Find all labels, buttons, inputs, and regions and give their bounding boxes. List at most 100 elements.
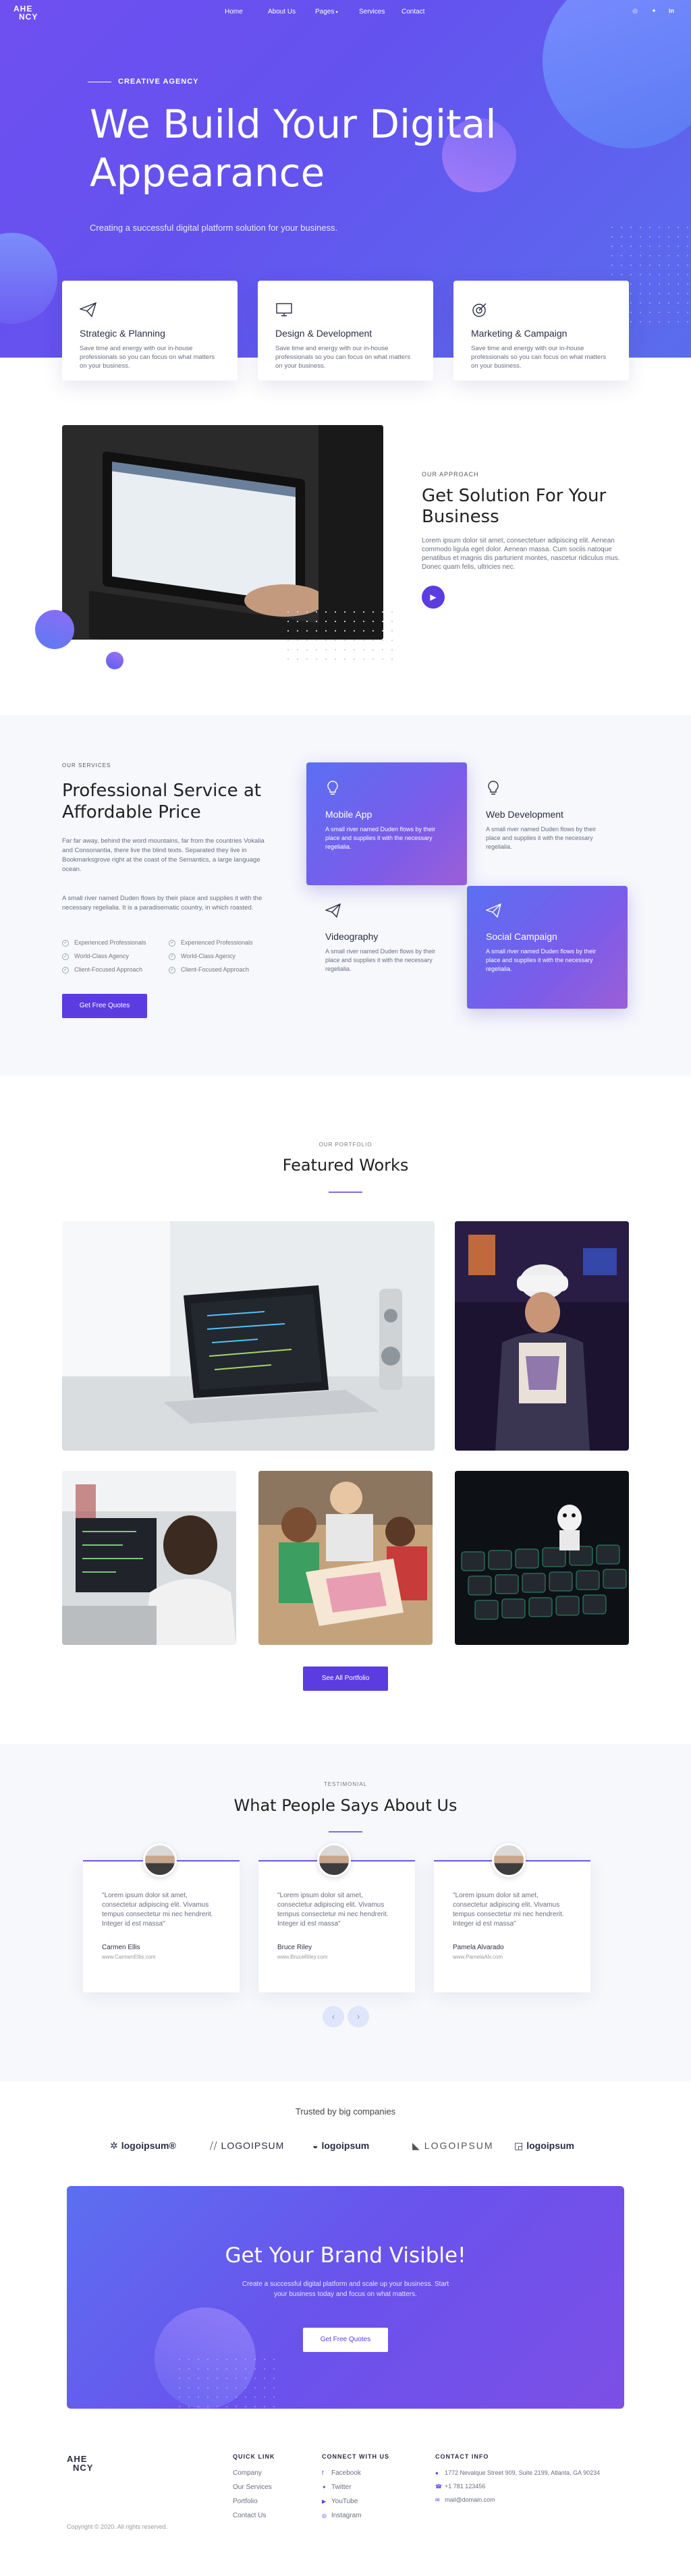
- main-nav: Home About Us Pages ▾ Services Contact: [0, 0, 691, 24]
- footer-link-label: Facebook: [331, 2469, 361, 2477]
- copyright: Copyright © 2020. All rights reserved.: [67, 2523, 168, 2530]
- instagram-icon: ◎: [322, 2513, 327, 2519]
- check-icon: ✓: [62, 953, 69, 960]
- footer-link-instagram[interactable]: ◎ Instagram: [322, 2512, 389, 2519]
- portfolio-item[interactable]: [62, 1221, 435, 1451]
- approach-eyebrow: OUR APPROACH: [422, 471, 479, 478]
- nav-item-home[interactable]: Home: [225, 8, 243, 16]
- check-item: ✓ Experienced Professionals: [62, 939, 146, 947]
- chevron-down-icon: ▾: [335, 10, 338, 15]
- paper-plane-icon: [485, 903, 609, 922]
- footer-email[interactable]: ✉ mail@domain.com: [435, 2496, 631, 2503]
- logo-mark-icon: ◣: [412, 2140, 421, 2151]
- service-card-videography[interactable]: Videography A small river named Duden fl…: [306, 886, 467, 1009]
- feature-title: Marketing & Campaign: [471, 328, 568, 339]
- twitter-icon[interactable]: ✦: [649, 7, 659, 17]
- nav-item-services[interactable]: Services: [359, 8, 385, 16]
- services-text-2: A small river named Duden flows by their…: [62, 895, 262, 912]
- services-title: Professional Service at Affordable Price: [62, 780, 292, 823]
- service-card-text: A small river named Duden flows by their…: [325, 948, 436, 972]
- footer-connect: CONNECT WITH US f Facebook ✦ Twitter ▶ YouT…: [322, 2453, 389, 2526]
- logo-mark-icon: ◲: [514, 2140, 524, 2151]
- service-card-text: A small river named Duden flows by their…: [486, 826, 597, 850]
- services-title-line1: Professional Service at: [62, 781, 262, 801]
- linkedin-icon[interactable]: in: [667, 7, 676, 17]
- slider-prev-button[interactable]: ‹: [323, 2006, 344, 2027]
- check-item: ✓ Experienced Professionals: [169, 939, 253, 947]
- footer-logo[interactable]: AHE NCY: [67, 2455, 93, 2472]
- footer-link-company[interactable]: Company: [233, 2469, 275, 2477]
- services-eyebrow: OUR SERVICES: [62, 762, 111, 768]
- service-card-title: Videography: [325, 931, 379, 942]
- see-all-portfolio-button[interactable]: See All Portfolio: [303, 1667, 388, 1691]
- testimonial-name: Carmen Ellis: [102, 1944, 140, 1951]
- nav-item-about[interactable]: About Us: [268, 8, 296, 16]
- paper-plane-icon: [78, 302, 220, 320]
- check-icon: ✓: [169, 939, 175, 947]
- services-text-1: Far far away, behind the word mountains,…: [62, 837, 265, 873]
- logo-mark-icon: ◒: [312, 2140, 319, 2151]
- cta-get-free-quotes-button[interactable]: Get Free Quotes: [303, 2328, 388, 2352]
- footer-link-services[interactable]: Our Services: [233, 2484, 275, 2491]
- target-icon: [471, 302, 611, 320]
- footer-link-label: Twitter: [331, 2484, 352, 2491]
- footer-email-text: mail@domain.com: [445, 2496, 495, 2503]
- testimonial-name: Pamela Alvarado: [453, 1944, 504, 1951]
- service-card-web-development[interactable]: Web Development A small river named Dude…: [467, 762, 628, 885]
- service-card-text: A small river named Duden flows by their…: [486, 948, 597, 972]
- client-logo: ◲ logoipsum: [514, 2140, 574, 2152]
- service-card-title: Web Development: [486, 809, 563, 820]
- service-card-title: Mobile App: [325, 809, 372, 820]
- footer-heading: QUICK LINK: [233, 2453, 275, 2460]
- footer-link-portfolio[interactable]: Portfolio: [233, 2498, 275, 2505]
- feature-text: Save time and energy with our in-house p…: [471, 345, 607, 370]
- service-card-mobile-app[interactable]: Mobile App A small river named Duden flo…: [306, 762, 467, 885]
- footer-link-twitter[interactable]: ✦ Twitter: [322, 2484, 389, 2491]
- title-underline: [329, 1192, 362, 1193]
- check-item: ✓ World-Class Agency: [62, 953, 129, 960]
- mail-icon: ✉: [435, 2497, 440, 2503]
- nav-item-pages[interactable]: Pages ▾: [315, 8, 338, 16]
- twitter-icon: ✦: [322, 2484, 327, 2490]
- check-icon: ✓: [62, 939, 69, 947]
- portfolio-title: Featured Works: [282, 1156, 409, 1175]
- portfolio-item[interactable]: [455, 1471, 629, 1645]
- avatar: [492, 1843, 526, 1877]
- service-card-social-campaign[interactable]: Social Campaign A small river named Dude…: [467, 886, 628, 1009]
- footer-link-facebook[interactable]: f Facebook: [322, 2469, 389, 2477]
- check-item: ✓ Client-Focused Approach: [169, 966, 249, 974]
- footer-link-youtube[interactable]: ▶ YouTube: [322, 2498, 389, 2505]
- footer-phone[interactable]: ☎ +1 781 123456: [435, 2483, 631, 2490]
- hero-subtitle: Creating a successful digital platform s…: [90, 223, 338, 233]
- testimonial-title: What People Says About Us: [233, 1796, 458, 1815]
- instagram-icon[interactable]: ◎: [630, 7, 640, 17]
- monitor-icon: [275, 302, 416, 320]
- cta-text: Create a successful digital platform and…: [242, 2280, 449, 2298]
- slider-next-button[interactable]: ›: [348, 2006, 369, 2027]
- feature-text: Save time and energy with our in-house p…: [80, 345, 215, 370]
- client-logo-label: logoipsum®: [121, 2140, 176, 2151]
- nav-item-contact[interactable]: Contact: [402, 8, 424, 16]
- check-label: World-Class Agency: [74, 953, 129, 959]
- footer-link-contact[interactable]: Contact Us: [233, 2512, 275, 2519]
- client-logo: ◒ logoipsum: [312, 2140, 369, 2151]
- play-video-button[interactable]: ▶: [422, 586, 445, 609]
- testimonial-website: www.PamelaAlv.com: [453, 1954, 503, 1960]
- get-free-quotes-button[interactable]: Get Free Quotes: [62, 994, 147, 1018]
- avatar: [143, 1843, 177, 1877]
- decor-circle: [106, 652, 123, 669]
- portfolio-item[interactable]: [258, 1471, 433, 1645]
- footer-link-label: Instagram: [331, 2512, 362, 2519]
- check-label: Client-Focused Approach: [74, 966, 143, 973]
- decor-dots: [283, 607, 398, 668]
- approach-title: Get Solution For Your Business: [422, 486, 638, 528]
- decor-circle: [35, 610, 74, 649]
- feature-title: Design & Development: [275, 328, 372, 339]
- testimonial-card: "Lorem ipsum dolor sit amet, consectetur…: [434, 1860, 590, 1992]
- client-logo-label: logoipsum: [526, 2140, 575, 2151]
- services-title-line2: Affordable Price: [62, 802, 201, 822]
- phone-icon: ☎: [435, 2484, 442, 2490]
- logo-mark-icon: ✲: [110, 2140, 118, 2151]
- portfolio-item[interactable]: [62, 1471, 236, 1645]
- portfolio-item[interactable]: [455, 1221, 629, 1451]
